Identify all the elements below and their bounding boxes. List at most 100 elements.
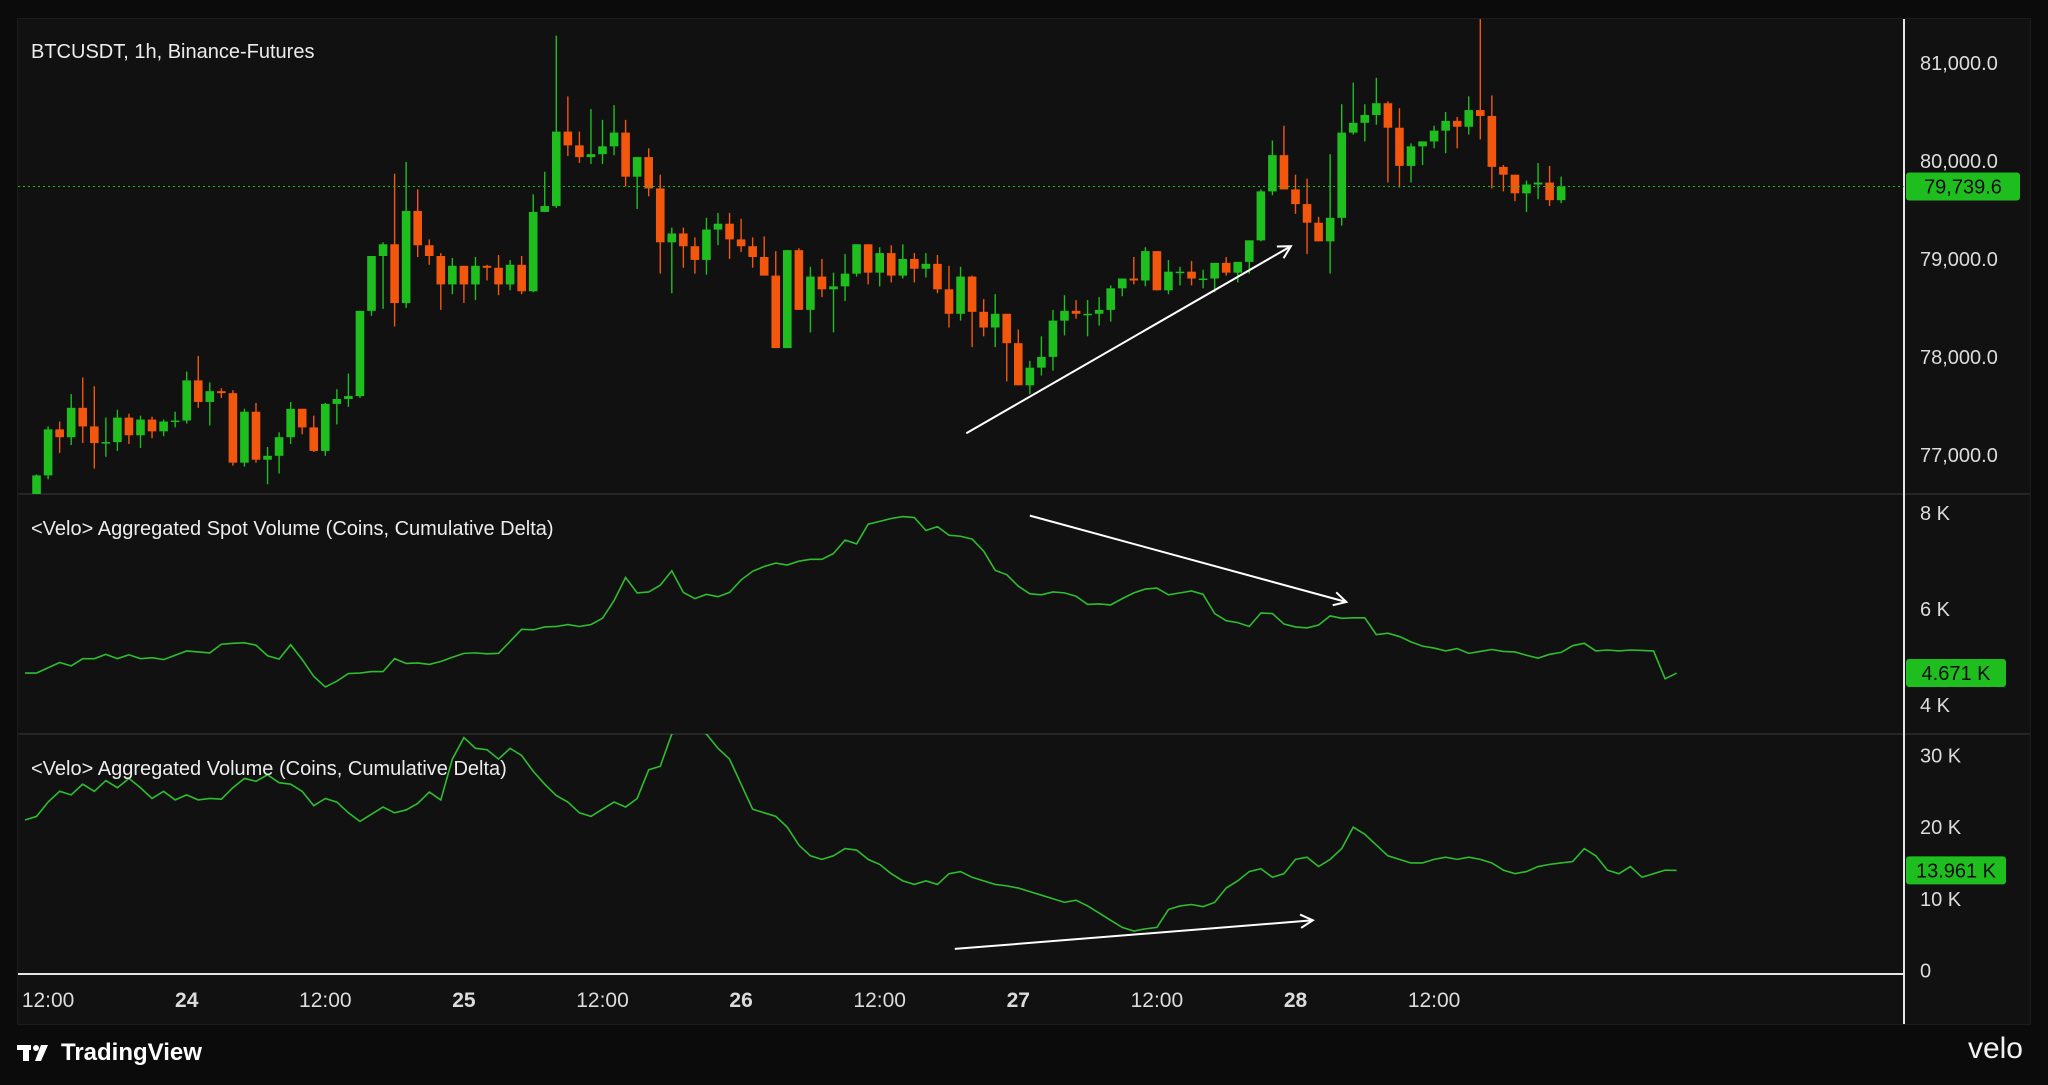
candle-up[interactable]	[471, 265, 480, 285]
candle-up[interactable]	[632, 157, 642, 177]
candle-down[interactable]	[621, 132, 630, 177]
candle-up[interactable]	[1198, 278, 1208, 281]
candle-up[interactable]	[505, 264, 515, 285]
candle-down[interactable]	[1129, 278, 1139, 281]
candle-down[interactable]	[297, 408, 307, 428]
candle-down[interactable]	[494, 267, 503, 285]
candle-down[interactable]	[1302, 204, 1312, 223]
candle-up[interactable]	[783, 250, 792, 349]
trend-arrow-price[interactable]	[965, 245, 1292, 435]
candle-up[interactable]	[113, 417, 122, 443]
candle-up[interactable]	[66, 407, 76, 438]
candle-down[interactable]	[759, 256, 769, 276]
candle-up[interactable]	[898, 258, 908, 276]
candle-down[interactable]	[1545, 182, 1554, 201]
candle-up[interactable]	[852, 244, 861, 274]
candle-down[interactable]	[228, 393, 238, 463]
candle-down[interactable]	[1487, 115, 1497, 167]
candle-up[interactable]	[378, 244, 388, 257]
candle-up[interactable]	[1141, 251, 1150, 281]
candle-down[interactable]	[1221, 262, 1231, 273]
candle-down[interactable]	[55, 429, 64, 438]
candle-up[interactable]	[829, 286, 838, 290]
candle-up[interactable]	[713, 223, 723, 230]
candle-down[interactable]	[309, 427, 319, 451]
candle-up[interactable]	[1083, 313, 1092, 316]
candle-up[interactable]	[182, 380, 191, 421]
candle-down[interactable]	[1187, 271, 1196, 279]
candle-up[interactable]	[367, 256, 376, 311]
candle-down[interactable]	[979, 311, 988, 328]
candle-down[interactable]	[251, 411, 261, 460]
candle-down[interactable]	[90, 426, 99, 444]
candle-up[interactable]	[598, 146, 607, 155]
candle-down[interactable]	[517, 264, 526, 292]
candle-up[interactable]	[1037, 356, 1046, 368]
candle-up[interactable]	[136, 419, 145, 436]
candle-down[interactable]	[1291, 189, 1300, 205]
candle-up[interactable]	[990, 313, 1000, 328]
trend-arrow-spot[interactable]	[1029, 514, 1347, 603]
candle-down[interactable]	[886, 253, 896, 276]
candle-down[interactable]	[413, 210, 422, 246]
candle-down[interactable]	[563, 131, 573, 146]
candle-down[interactable]	[679, 233, 688, 247]
candle-down[interactable]	[1014, 343, 1023, 386]
candle-up[interactable]	[344, 396, 353, 399]
candle-up[interactable]	[170, 420, 180, 423]
candle-up[interactable]	[1094, 309, 1104, 314]
candle-up[interactable]	[702, 229, 711, 260]
candle-down[interactable]	[1476, 110, 1485, 116]
candle-up[interactable]	[1429, 130, 1439, 142]
candle-up[interactable]	[332, 399, 342, 404]
candle-down[interactable]	[459, 265, 469, 285]
candle-down[interactable]	[424, 245, 434, 257]
candle-up[interactable]	[1337, 132, 1346, 218]
candle-up[interactable]	[528, 211, 538, 292]
candle-up[interactable]	[586, 154, 596, 158]
candle-up[interactable]	[1268, 155, 1277, 192]
candle-up[interactable]	[921, 263, 931, 269]
candle-up[interactable]	[1325, 217, 1335, 242]
candle-up[interactable]	[1175, 271, 1185, 274]
candle-down[interactable]	[436, 256, 446, 285]
candle-down[interactable]	[1071, 310, 1081, 314]
candle-down[interactable]	[655, 188, 665, 243]
candle-up[interactable]	[1533, 182, 1543, 185]
candle-down[interactable]	[771, 275, 781, 349]
trend-arrow-agg[interactable]	[954, 919, 1313, 950]
candle-up[interactable]	[355, 310, 365, 397]
candle-up[interactable]	[1025, 367, 1035, 386]
candle-up[interactable]	[875, 253, 884, 273]
candle-up[interactable]	[1245, 240, 1254, 262]
candle-down[interactable]	[817, 276, 827, 290]
candle-up[interactable]	[205, 391, 215, 402]
candle-up[interactable]	[1372, 103, 1381, 115]
candle-up[interactable]	[552, 131, 561, 207]
candle-down[interactable]	[725, 223, 734, 240]
candle-down[interactable]	[794, 250, 804, 310]
candle-down[interactable]	[147, 419, 157, 432]
candle-up[interactable]	[1210, 262, 1219, 279]
candle-down[interactable]	[1279, 155, 1289, 190]
candle-up[interactable]	[321, 403, 330, 451]
candle-up[interactable]	[1464, 110, 1474, 127]
candle-down[interactable]	[1499, 166, 1508, 175]
candle-down[interactable]	[967, 276, 977, 312]
candle-up[interactable]	[43, 429, 53, 476]
candle-down[interactable]	[910, 258, 919, 269]
candle-up[interactable]	[840, 273, 850, 287]
candle-down[interactable]	[482, 265, 492, 268]
candle-up[interactable]	[1406, 146, 1416, 166]
candle-up[interactable]	[1106, 288, 1115, 310]
chart-frame[interactable]: 79,739.6 81,000.0 80,000.0 79,000.0 78,000.0…	[17, 18, 2031, 1025]
candle-up[interactable]	[1117, 278, 1127, 289]
candle-up[interactable]	[286, 408, 295, 438]
candle-down[interactable]	[933, 263, 942, 290]
candle-up[interactable]	[1233, 261, 1243, 273]
candle-down[interactable]	[690, 246, 700, 260]
candle-up[interactable]	[1164, 271, 1173, 291]
candle-down[interactable]	[575, 145, 584, 158]
candle-up[interactable]	[1418, 141, 1427, 147]
candle-up[interactable]	[1556, 186, 1566, 201]
